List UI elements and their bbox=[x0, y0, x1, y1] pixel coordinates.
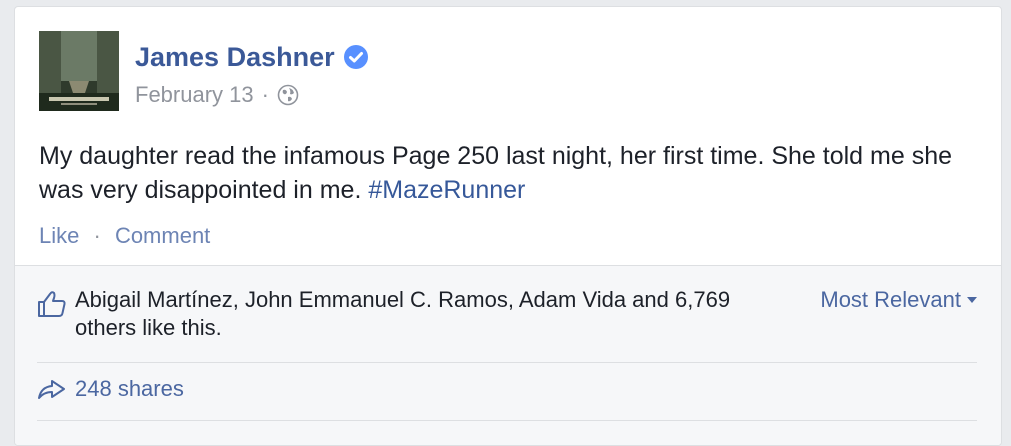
globe-icon[interactable] bbox=[277, 84, 299, 106]
thumbs-up-icon bbox=[38, 291, 66, 317]
bottom-divider bbox=[37, 420, 977, 421]
hashtag-link[interactable]: #MazeRunner bbox=[368, 176, 525, 204]
post-actions: Like · Comment bbox=[39, 222, 210, 250]
shares-count[interactable]: 248 shares bbox=[75, 375, 184, 403]
maze-runner-poster-image bbox=[39, 31, 119, 111]
share-arrow-icon bbox=[38, 380, 65, 399]
feedback-divider bbox=[37, 362, 977, 363]
like-link[interactable]: Like bbox=[39, 223, 79, 248]
comment-link[interactable]: Comment bbox=[115, 223, 210, 248]
post-meta: February 13 · bbox=[135, 81, 299, 109]
likes-text[interactable]: Abigail Martínez, John Emmanuel C. Ramos… bbox=[75, 286, 765, 342]
sort-label[interactable]: Most Relevant bbox=[820, 286, 961, 314]
meta-separator: · bbox=[261, 82, 269, 107]
post-body: My daughter read the infamous Page 250 l… bbox=[39, 139, 989, 207]
author-avatar[interactable] bbox=[39, 31, 119, 111]
shares-row[interactable]: 248 shares bbox=[37, 374, 184, 404]
author-name-text[interactable]: James Dashner bbox=[135, 41, 335, 73]
post-date[interactable]: February 13 bbox=[135, 81, 254, 109]
author-name[interactable]: James Dashner bbox=[135, 41, 369, 73]
sort-dropdown[interactable]: Most Relevant bbox=[820, 286, 977, 314]
verified-badge-icon bbox=[343, 45, 368, 69]
likes-summary-row: Abigail Martínez, John Emmanuel C. Ramos… bbox=[37, 286, 977, 346]
post-card: James Dashner February 13 · My daughter … bbox=[14, 6, 1002, 446]
actions-separator: · bbox=[93, 223, 101, 248]
caret-down-icon bbox=[967, 297, 977, 303]
feedback-section: Abigail Martínez, John Emmanuel C. Ramos… bbox=[15, 265, 1001, 445]
